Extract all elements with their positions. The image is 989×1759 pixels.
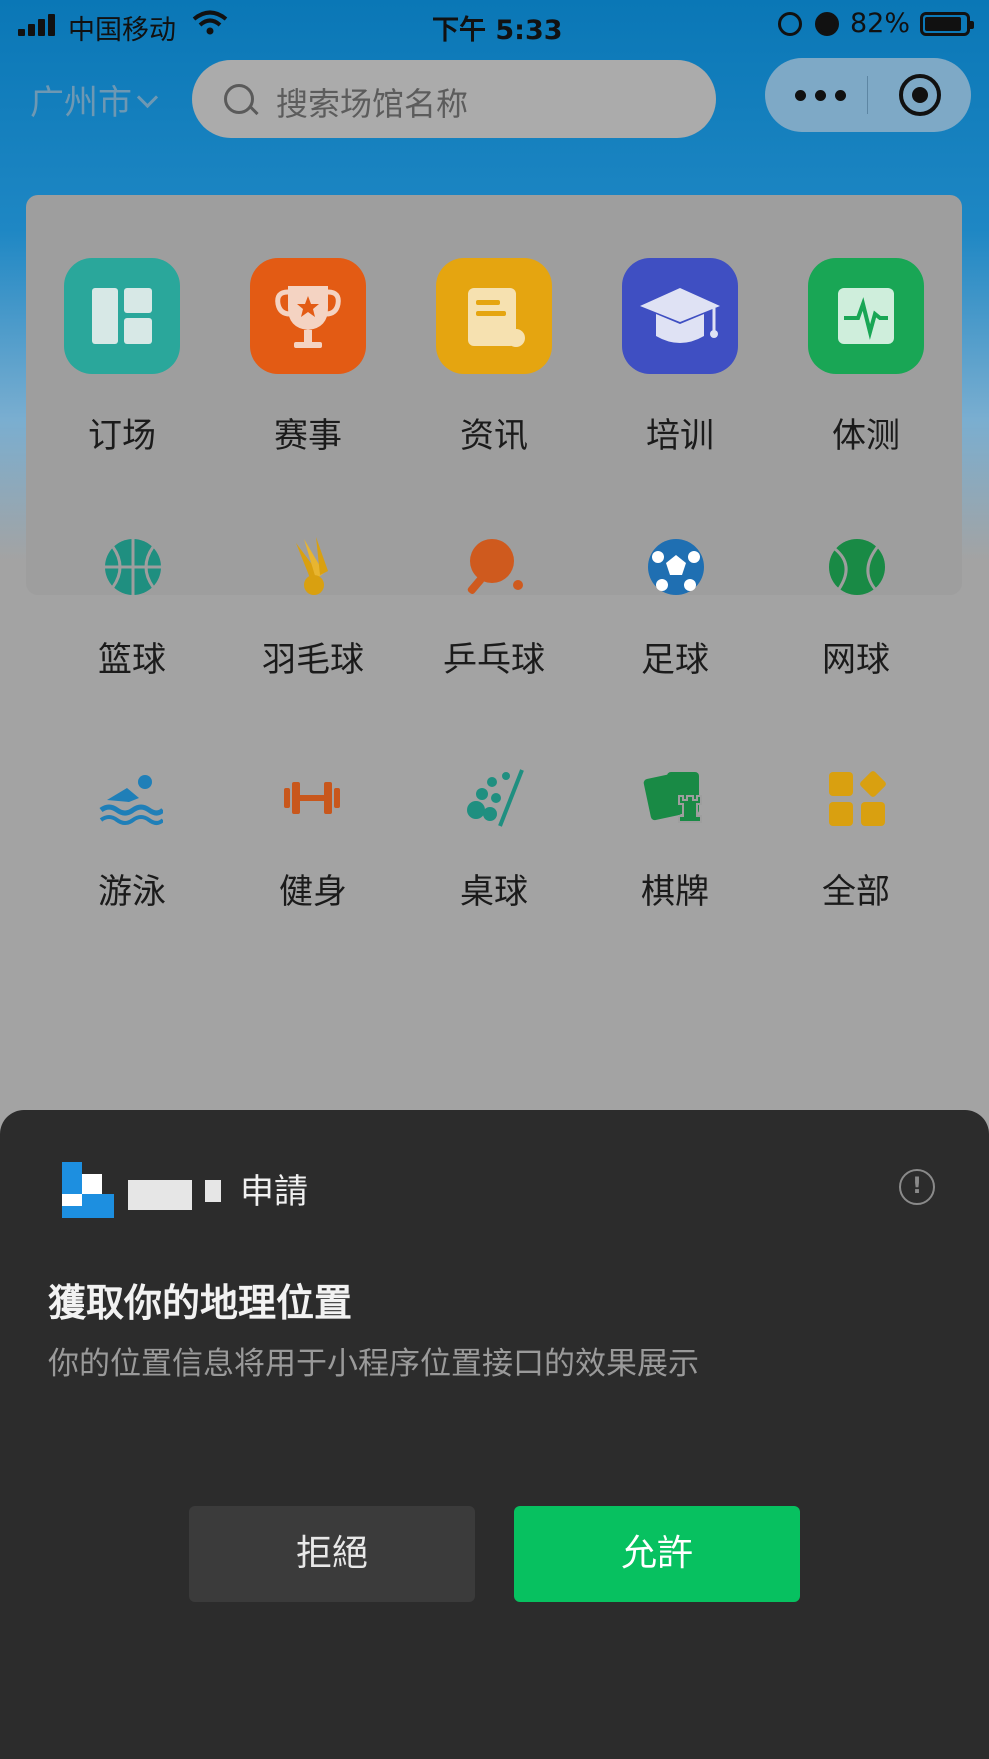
news-scroll-icon[interactable]	[436, 258, 552, 374]
main-nav-label: 培训	[646, 416, 714, 456]
tennis-icon[interactable]	[825, 535, 889, 599]
allow-button[interactable]: 允許	[514, 1506, 800, 1602]
clock: 下午 5:33	[432, 15, 563, 46]
search-placeholder: 搜索场馆名称	[276, 85, 469, 123]
sport-label: 篮球	[98, 640, 166, 680]
sport-label: 健身	[279, 872, 347, 912]
dumbbell-icon[interactable]	[280, 766, 344, 830]
permission-description: 你的位置信息将用于小程序位置接口的效果展示	[48, 1346, 699, 1382]
signal-icon	[18, 14, 58, 36]
main-nav-label: 资讯	[460, 416, 528, 456]
carrier-name: 中国移动	[68, 15, 176, 46]
status-bar: 中国移动 下午 5:33 82%	[0, 0, 989, 50]
city-selector[interactable]: 广州市	[30, 75, 159, 124]
redacted-app-name	[205, 1180, 221, 1202]
sport-label: 乒乓球	[443, 640, 545, 680]
wifi-icon	[192, 10, 228, 35]
more-options-icon[interactable]	[795, 80, 855, 110]
close-miniprogram-icon[interactable]	[899, 74, 941, 116]
deny-button[interactable]: 拒絕	[189, 1506, 475, 1602]
swimming-icon[interactable]	[99, 766, 163, 830]
basketball-icon[interactable]	[101, 535, 165, 599]
sport-label: 棋牌	[641, 872, 709, 912]
permission-title: 獲取你的地理位置	[48, 1281, 353, 1325]
fitness-test-icon[interactable]	[808, 258, 924, 374]
billiards-icon[interactable]	[462, 766, 526, 830]
graduation-cap-icon[interactable]	[622, 258, 738, 374]
main-nav-label: 订场	[88, 416, 156, 456]
trophy-icon[interactable]	[250, 258, 366, 374]
city-label: 广州市	[30, 83, 132, 123]
sport-label: 羽毛球	[262, 640, 364, 680]
sport-label: 网球	[822, 640, 890, 680]
miniprogram-capsule	[765, 58, 971, 132]
search-icon	[224, 84, 254, 114]
cards-chess-icon[interactable]	[643, 766, 707, 830]
table-tennis-icon[interactable]	[462, 535, 526, 599]
badminton-icon[interactable]	[286, 535, 350, 599]
redacted-app-name	[128, 1180, 192, 1210]
chevron-down-icon	[136, 86, 159, 109]
app-screen: 中国移动 下午 5:33 82% 广州市 搜索场馆名称 订场 赛事 资讯 培训 …	[0, 0, 989, 1759]
rotation-lock-icon	[778, 12, 802, 36]
battery-percent: 82%	[850, 8, 911, 39]
main-nav-label: 赛事	[274, 416, 342, 456]
main-nav-label: 体测	[832, 416, 900, 456]
capsule-divider	[867, 76, 868, 114]
alarm-icon	[815, 12, 839, 36]
sport-label: 游泳	[98, 872, 166, 912]
all-grid-icon[interactable]	[825, 766, 889, 830]
sport-label: 足球	[641, 640, 709, 680]
sport-label: 全部	[822, 872, 890, 912]
sport-label: 桌球	[460, 872, 528, 912]
venue-booking-icon[interactable]	[64, 258, 180, 374]
app-logo-icon	[62, 1162, 114, 1218]
battery-icon	[920, 12, 974, 36]
request-label: 申請	[240, 1172, 308, 1212]
search-input[interactable]: 搜索场馆名称	[192, 60, 716, 138]
location-permission-sheet: 申請 ! 獲取你的地理位置 你的位置信息将用于小程序位置接口的效果展示 拒絕 允…	[0, 1110, 989, 1759]
soccer-icon[interactable]	[644, 535, 708, 599]
info-icon[interactable]: !	[899, 1169, 935, 1205]
